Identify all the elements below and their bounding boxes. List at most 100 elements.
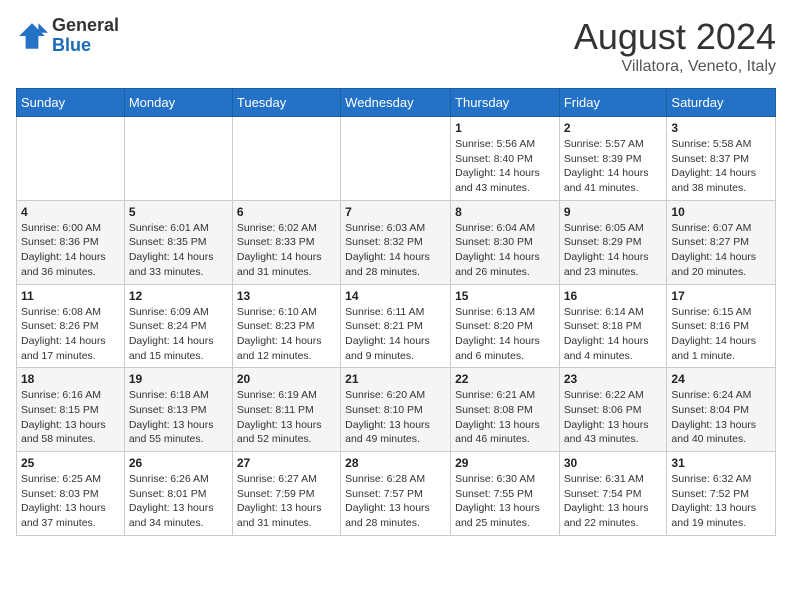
weekday-header-thursday: Thursday — [451, 89, 560, 117]
calendar-body: 1 Sunrise: 5:56 AM Sunset: 8:40 PM Daylig… — [17, 117, 776, 536]
calendar-week-row: 11Sunrise: 6:08 AM Sunset: 8:26 PM Dayli… — [17, 284, 776, 368]
subtitle: Villatora, Veneto, Italy — [574, 58, 776, 76]
day-number: 11 — [21, 289, 120, 303]
day-number: 16 — [564, 289, 663, 303]
calendar-cell: 23 Sunrise: 6:22 AM Sunset: 8:06 PM Dayli… — [559, 368, 667, 452]
day-number: 1 — [455, 121, 555, 135]
calendar-cell: 4 Sunrise: 6:00 AM Sunset: 8:36 PM Daylig… — [17, 200, 125, 284]
calendar-cell: 26 Sunrise: 6:26 AM Sunset: 8:01 PM Dayli… — [124, 452, 232, 536]
weekday-header-row: SundayMondayTuesdayWednesdayThursdayFrid… — [17, 89, 776, 117]
calendar-cell: 27 Sunrise: 6:27 AM Sunset: 7:59 PM Dayli… — [232, 452, 340, 536]
calendar-cell: 28Sunrise: 6:28 AM Sunset: 7:57 PM Dayli… — [341, 452, 451, 536]
logo-text: General Blue — [52, 16, 119, 56]
day-info: Sunrise: 6:02 AM Sunset: 8:33 PM Dayligh… — [237, 221, 336, 280]
weekday-header-monday: Monday — [124, 89, 232, 117]
day-number: 7 — [345, 205, 446, 219]
day-info: Sunrise: 6:21 AM Sunset: 8:08 PM Dayligh… — [455, 388, 555, 447]
day-info: Sunrise: 6:30 AM Sunset: 7:55 PM Dayligh… — [455, 472, 555, 531]
day-info: Sunrise: 6:09 AM Sunset: 8:24 PM Dayligh… — [129, 305, 228, 364]
day-info: Sunrise: 6:31 AM Sunset: 7:54 PM Dayligh… — [564, 472, 663, 531]
calendar-cell: 18 Sunrise: 6:16 AM Sunset: 8:15 PM Dayli… — [17, 368, 125, 452]
day-number: 2 — [564, 121, 663, 135]
day-number: 21 — [345, 372, 446, 386]
weekday-header-tuesday: Tuesday — [232, 89, 340, 117]
calendar-week-row: 1 Sunrise: 5:56 AM Sunset: 8:40 PM Daylig… — [17, 117, 776, 201]
calendar-cell: 11Sunrise: 6:08 AM Sunset: 8:26 PM Dayli… — [17, 284, 125, 368]
calendar-cell — [341, 117, 451, 201]
calendar-cell: 17 Sunrise: 6:15 AM Sunset: 8:16 PM Dayli… — [667, 284, 776, 368]
calendar-cell: 25Sunrise: 6:25 AM Sunset: 8:03 PM Dayli… — [17, 452, 125, 536]
main-title: August 2024 — [574, 16, 776, 58]
day-info: Sunrise: 6:00 AM Sunset: 8:36 PM Dayligh… — [21, 221, 120, 280]
logo-icon — [16, 20, 48, 52]
calendar-cell: 16Sunrise: 6:14 AM Sunset: 8:18 PM Dayli… — [559, 284, 667, 368]
day-number: 12 — [129, 289, 228, 303]
day-info: Sunrise: 6:22 AM Sunset: 8:06 PM Dayligh… — [564, 388, 663, 447]
day-number: 10 — [671, 205, 771, 219]
calendar-cell: 14Sunrise: 6:11 AM Sunset: 8:21 PM Dayli… — [341, 284, 451, 368]
calendar-week-row: 4 Sunrise: 6:00 AM Sunset: 8:36 PM Daylig… — [17, 200, 776, 284]
calendar-table: SundayMondayTuesdayWednesdayThursdayFrid… — [16, 88, 776, 536]
day-info: Sunrise: 6:01 AM Sunset: 8:35 PM Dayligh… — [129, 221, 228, 280]
day-info: Sunrise: 6:20 AM Sunset: 8:10 PM Dayligh… — [345, 388, 446, 447]
day-number: 28 — [345, 456, 446, 470]
day-number: 13 — [237, 289, 336, 303]
day-number: 25 — [21, 456, 120, 470]
day-number: 9 — [564, 205, 663, 219]
day-info: Sunrise: 6:26 AM Sunset: 8:01 PM Dayligh… — [129, 472, 228, 531]
day-number: 17 — [671, 289, 771, 303]
calendar-cell: 10 Sunrise: 6:07 AM Sunset: 8:27 PM Dayli… — [667, 200, 776, 284]
weekday-header-friday: Friday — [559, 89, 667, 117]
day-info: Sunrise: 6:27 AM Sunset: 7:59 PM Dayligh… — [237, 472, 336, 531]
day-number: 5 — [129, 205, 228, 219]
calendar-cell: 21 Sunrise: 6:20 AM Sunset: 8:10 PM Dayli… — [341, 368, 451, 452]
logo: General Blue — [16, 16, 119, 56]
day-number: 22 — [455, 372, 555, 386]
calendar-cell: 30 Sunrise: 6:31 AM Sunset: 7:54 PM Dayli… — [559, 452, 667, 536]
day-info: Sunrise: 5:56 AM Sunset: 8:40 PM Dayligh… — [455, 137, 555, 196]
title-block: August 2024 Villatora, Veneto, Italy — [574, 16, 776, 76]
calendar-cell: 24Sunrise: 6:24 AM Sunset: 8:04 PM Dayli… — [667, 368, 776, 452]
calendar-cell: 1 Sunrise: 5:56 AM Sunset: 8:40 PM Daylig… — [451, 117, 560, 201]
day-number: 29 — [455, 456, 555, 470]
calendar-cell: 5 Sunrise: 6:01 AM Sunset: 8:35 PM Daylig… — [124, 200, 232, 284]
day-info: Sunrise: 6:18 AM Sunset: 8:13 PM Dayligh… — [129, 388, 228, 447]
day-number: 4 — [21, 205, 120, 219]
day-number: 23 — [564, 372, 663, 386]
day-number: 30 — [564, 456, 663, 470]
calendar-week-row: 25Sunrise: 6:25 AM Sunset: 8:03 PM Dayli… — [17, 452, 776, 536]
calendar-cell — [17, 117, 125, 201]
day-info: Sunrise: 6:10 AM Sunset: 8:23 PM Dayligh… — [237, 305, 336, 364]
day-info: Sunrise: 5:58 AM Sunset: 8:37 PM Dayligh… — [671, 137, 771, 196]
day-number: 18 — [21, 372, 120, 386]
calendar-cell — [232, 117, 340, 201]
calendar-week-row: 18 Sunrise: 6:16 AM Sunset: 8:15 PM Dayli… — [17, 368, 776, 452]
logo-general: General — [52, 15, 119, 35]
day-info: Sunrise: 6:32 AM Sunset: 7:52 PM Dayligh… — [671, 472, 771, 531]
day-number: 31 — [671, 456, 771, 470]
calendar-cell: 20Sunrise: 6:19 AM Sunset: 8:11 PM Dayli… — [232, 368, 340, 452]
day-number: 15 — [455, 289, 555, 303]
day-number: 19 — [129, 372, 228, 386]
day-number: 3 — [671, 121, 771, 135]
day-number: 26 — [129, 456, 228, 470]
day-info: Sunrise: 6:05 AM Sunset: 8:29 PM Dayligh… — [564, 221, 663, 280]
header: General Blue August 2024 Villatora, Vene… — [16, 16, 776, 76]
day-info: Sunrise: 6:13 AM Sunset: 8:20 PM Dayligh… — [455, 305, 555, 364]
calendar-cell: 2Sunrise: 5:57 AM Sunset: 8:39 PM Daylig… — [559, 117, 667, 201]
calendar-cell: 29 Sunrise: 6:30 AM Sunset: 7:55 PM Dayli… — [451, 452, 560, 536]
calendar-cell: 6Sunrise: 6:02 AM Sunset: 8:33 PM Daylig… — [232, 200, 340, 284]
calendar-cell — [124, 117, 232, 201]
calendar-cell: 8Sunrise: 6:04 AM Sunset: 8:30 PM Daylig… — [451, 200, 560, 284]
day-info: Sunrise: 6:07 AM Sunset: 8:27 PM Dayligh… — [671, 221, 771, 280]
calendar-cell: 31 Sunrise: 6:32 AM Sunset: 7:52 PM Dayli… — [667, 452, 776, 536]
weekday-header-saturday: Saturday — [667, 89, 776, 117]
day-info: Sunrise: 6:03 AM Sunset: 8:32 PM Dayligh… — [345, 221, 446, 280]
weekday-header-wednesday: Wednesday — [341, 89, 451, 117]
day-info: Sunrise: 6:11 AM Sunset: 8:21 PM Dayligh… — [345, 305, 446, 364]
day-info: Sunrise: 6:15 AM Sunset: 8:16 PM Dayligh… — [671, 305, 771, 364]
day-info: Sunrise: 6:16 AM Sunset: 8:15 PM Dayligh… — [21, 388, 120, 447]
day-number: 27 — [237, 456, 336, 470]
calendar-cell: 13 Sunrise: 6:10 AM Sunset: 8:23 PM Dayli… — [232, 284, 340, 368]
calendar-cell: 19 Sunrise: 6:18 AM Sunset: 8:13 PM Dayli… — [124, 368, 232, 452]
